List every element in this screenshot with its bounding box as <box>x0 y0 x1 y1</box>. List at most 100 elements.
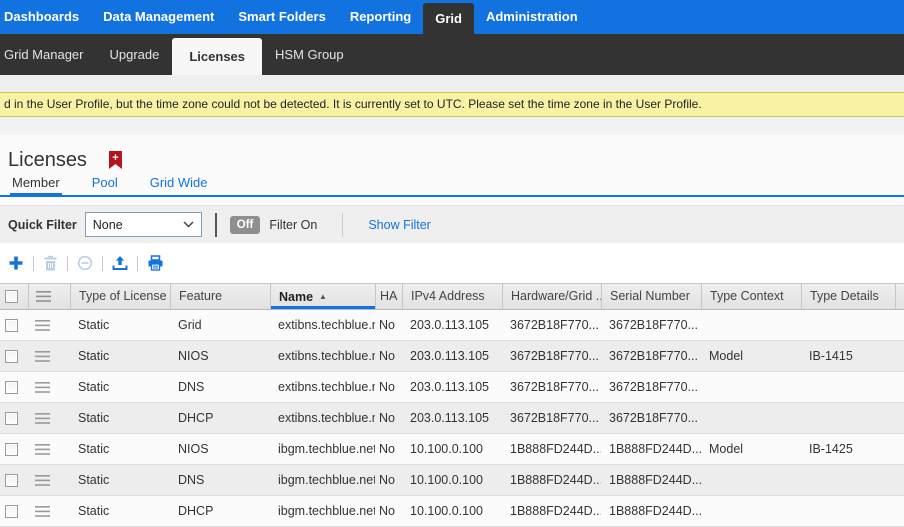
row-menu-cell[interactable] <box>28 506 70 517</box>
table-row[interactable]: Static DNS extibns.techblue.net No 203.0… <box>0 372 904 403</box>
bookmark-add-icon[interactable]: + <box>109 151 122 169</box>
cell-type-of-license: Static <box>70 496 170 526</box>
cell-hardware-grid: 3672B18F770... <box>502 310 601 340</box>
column-header-type-details[interactable]: Type Details <box>801 284 895 309</box>
cell-ha: No <box>375 310 402 340</box>
cell-ipv4-address: 203.0.113.105 <box>402 403 502 433</box>
row-menu-cell[interactable] <box>28 320 70 331</box>
cell-name: ibgm.techblue.net <box>270 434 375 464</box>
cell-ha: No <box>375 434 402 464</box>
table-body: Static Grid extibns.techblue.net No 203.… <box>0 310 904 527</box>
row-select-cell <box>0 505 28 518</box>
delete-icon[interactable] <box>43 255 58 271</box>
cell-serial-number: 1B888FD244D... <box>601 465 701 495</box>
cell-name: ibgm.techblue.net <box>270 465 375 495</box>
row-checkbox[interactable] <box>5 505 18 518</box>
column-header-name[interactable]: Name▲ <box>270 284 375 309</box>
cell-ipv4-address: 203.0.113.105 <box>402 372 502 402</box>
quick-filter-dropdown[interactable]: None <box>85 212 202 237</box>
column-header-type-context[interactable]: Type Context <box>701 284 801 309</box>
nav-dashboards[interactable]: Dashboards <box>0 0 91 34</box>
page-header: Licenses + <box>0 135 904 173</box>
page-title: Licenses <box>8 149 87 171</box>
cell-hardware-grid: 1B888FD244D... <box>502 434 601 464</box>
column-header-feature[interactable]: Feature <box>170 284 270 309</box>
subnav-licenses[interactable]: Licenses <box>172 38 262 75</box>
quick-filter-label: Quick Filter <box>8 218 77 232</box>
row-checkbox[interactable] <box>5 474 18 487</box>
cell-serial-number: 1B888FD244D... <box>601 496 701 526</box>
row-select-cell <box>0 350 28 363</box>
tab-grid-wide[interactable]: Grid Wide <box>148 173 210 197</box>
top-navigation: Dashboards Data Management Smart Folders… <box>0 0 904 34</box>
upload-icon[interactable] <box>112 255 128 271</box>
column-header-name-label: Name <box>279 290 313 304</box>
row-checkbox[interactable] <box>5 412 18 425</box>
column-header-ipv4-address[interactable]: IPv4 Address <box>402 284 502 309</box>
cell-type-of-license: Static <box>70 341 170 371</box>
column-header-serial-number[interactable]: Serial Number <box>601 284 701 309</box>
column-header-ha[interactable]: HA <box>375 284 402 309</box>
filter-toggle-button[interactable]: Off <box>230 216 261 234</box>
row-menu-cell[interactable] <box>28 413 70 424</box>
cell-ha: No <box>375 496 402 526</box>
cell-name: extibns.techblue.net <box>270 372 375 402</box>
cell-hardware-grid: 3672B18F770... <box>502 341 601 371</box>
column-header-type-of-license[interactable]: Type of License <box>70 284 170 309</box>
hamburger-menu-icon <box>35 382 50 393</box>
view-tabs: Member Pool Grid Wide <box>0 173 904 197</box>
cell-ipv4-address: 10.100.0.100 <box>402 465 502 495</box>
add-icon[interactable] <box>8 255 24 271</box>
nav-grid[interactable]: Grid <box>423 3 474 34</box>
table-row[interactable]: Static DHCP ibgm.techblue.net No 10.100.… <box>0 496 904 527</box>
nav-data-management[interactable]: Data Management <box>91 0 226 34</box>
table-row[interactable]: Static DNS ibgm.techblue.net No 10.100.0… <box>0 465 904 496</box>
show-filter-link[interactable]: Show Filter <box>368 218 431 232</box>
cell-type-context: Model <box>701 341 801 371</box>
subnav-hsm-group[interactable]: HSM Group <box>262 34 357 75</box>
cell-type-of-license: Static <box>70 372 170 402</box>
plus-glyph: + <box>109 152 122 164</box>
header-menu-cell[interactable] <box>28 284 70 309</box>
row-checkbox[interactable] <box>5 319 18 332</box>
tab-pool[interactable]: Pool <box>90 173 120 197</box>
column-header-hardware-grid[interactable]: Hardware/Grid ... <box>502 284 601 309</box>
row-menu-cell[interactable] <box>28 475 70 486</box>
cell-serial-number: 3672B18F770... <box>601 403 701 433</box>
row-menu-cell[interactable] <box>28 444 70 455</box>
subnav-grid-manager[interactable]: Grid Manager <box>0 34 96 75</box>
select-all-checkbox[interactable] <box>5 290 18 303</box>
cell-feature: DNS <box>170 372 270 402</box>
remove-icon[interactable] <box>77 255 93 271</box>
cell-hardware-grid: 3672B18F770... <box>502 403 601 433</box>
table-row[interactable]: Static Grid extibns.techblue.net No 203.… <box>0 310 904 341</box>
cell-name: extibns.techblue.net <box>270 403 375 433</box>
print-icon[interactable] <box>147 255 164 271</box>
row-menu-cell[interactable] <box>28 351 70 362</box>
quick-filter-value: None <box>93 218 123 232</box>
subnav-upgrade[interactable]: Upgrade <box>96 34 172 75</box>
hamburger-menu-icon <box>35 506 50 517</box>
row-menu-cell[interactable] <box>28 382 70 393</box>
tab-member[interactable]: Member <box>10 173 62 197</box>
nav-administration[interactable]: Administration <box>474 0 590 34</box>
table-row[interactable]: Static NIOS extibns.techblue.net No 203.… <box>0 341 904 372</box>
row-checkbox[interactable] <box>5 350 18 363</box>
table-header-row: Type of License Feature Name▲ HA IPv4 Ad… <box>0 283 904 310</box>
cell-ipv4-address: 10.100.0.100 <box>402 434 502 464</box>
nav-reporting[interactable]: Reporting <box>338 0 423 34</box>
row-checkbox[interactable] <box>5 443 18 456</box>
cell-serial-number: 3672B18F770... <box>601 310 701 340</box>
nav-smart-folders[interactable]: Smart Folders <box>226 0 337 34</box>
cell-hardware-grid: 3672B18F770... <box>502 372 601 402</box>
cell-ipv4-address: 203.0.113.105 <box>402 341 502 371</box>
table-row[interactable]: Static DHCP extibns.techblue.net No 203.… <box>0 403 904 434</box>
cell-type-of-license: Static <box>70 310 170 340</box>
divider <box>33 256 34 271</box>
cell-ha: No <box>375 372 402 402</box>
row-checkbox[interactable] <box>5 381 18 394</box>
cell-type-of-license: Static <box>70 434 170 464</box>
table-row[interactable]: Static NIOS ibgm.techblue.net No 10.100.… <box>0 434 904 465</box>
filter-on-label: Filter On <box>269 218 317 232</box>
hamburger-menu-icon <box>35 413 50 424</box>
